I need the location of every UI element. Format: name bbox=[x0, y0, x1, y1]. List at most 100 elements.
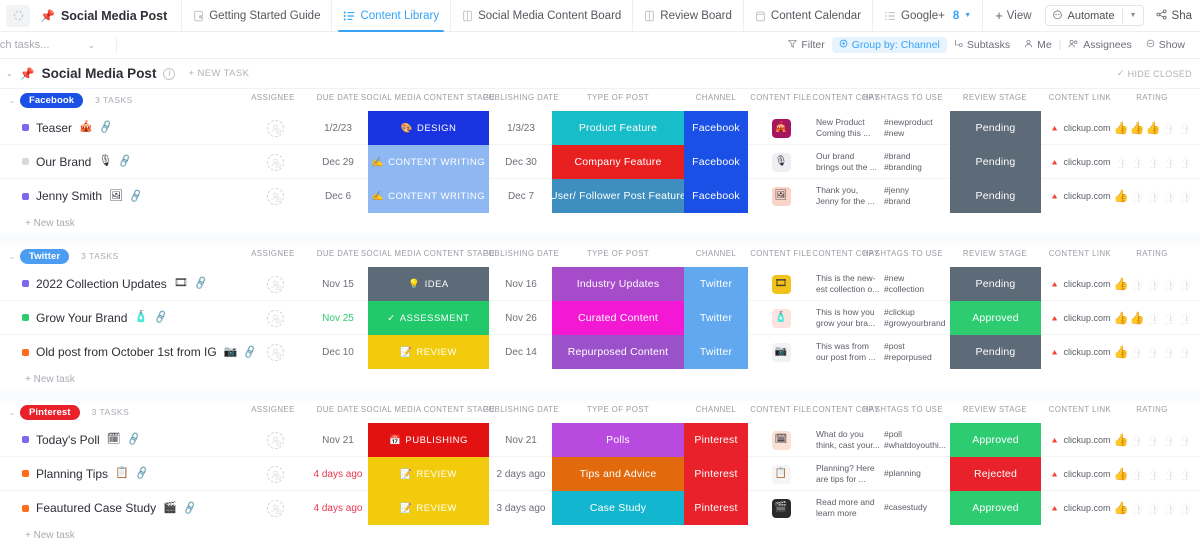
status-dot[interactable] bbox=[22, 192, 29, 200]
task-name-cell[interactable]: Teaser 🎪 🔗 bbox=[0, 111, 245, 144]
rating-thumb[interactable]: 👍 bbox=[1114, 434, 1129, 446]
publishing-date-cell[interactable]: Dec 30 bbox=[490, 145, 552, 179]
info-icon[interactable]: i bbox=[163, 67, 176, 80]
content-stage-cell[interactable]: 📅 PUBLISHING bbox=[368, 423, 489, 457]
due-date-cell[interactable]: Dec 6 bbox=[310, 179, 366, 213]
add-assignee-icon[interactable] bbox=[266, 119, 284, 137]
assignee-cell[interactable] bbox=[255, 335, 295, 369]
content-link[interactable]: 🔺 clickup.com bbox=[1049, 157, 1111, 167]
publishing-date-cell[interactable]: 2 days ago bbox=[490, 457, 552, 491]
due-date-cell[interactable]: Dec 10 bbox=[310, 335, 366, 369]
add-view-button[interactable]: + View bbox=[982, 0, 1043, 32]
table-row[interactable]: Feautured Case Study 🎬 🔗 4 days ago 📝 REVIEW 3… bbox=[0, 491, 1200, 525]
type-of-post-cell[interactable]: Case Study bbox=[552, 491, 684, 525]
publishing-date-cell[interactable]: 1/3/23 bbox=[490, 111, 552, 145]
rating-thumb[interactable]: 👍 bbox=[1130, 190, 1145, 202]
hashtags-cell[interactable]: #planning bbox=[880, 457, 950, 491]
rating-thumb[interactable]: 👍 bbox=[1130, 156, 1145, 168]
publishing-date-cell[interactable]: Dec 14 bbox=[490, 335, 552, 369]
share-button[interactable]: Sha bbox=[1156, 8, 1192, 23]
rating-thumb[interactable]: 👍 bbox=[1146, 468, 1161, 480]
rating-thumb[interactable]: 👍 bbox=[1177, 190, 1192, 202]
rating-thumb[interactable]: 👍 bbox=[1161, 278, 1176, 290]
hashtags-cell[interactable]: #post #reporpused bbox=[880, 335, 950, 369]
content-link-cell[interactable]: 🔺 clickup.com bbox=[1046, 145, 1114, 179]
assignee-cell[interactable] bbox=[255, 267, 295, 301]
content-link[interactable]: 🔺 clickup.com bbox=[1049, 469, 1111, 479]
attachment-icon[interactable]: 🔗 bbox=[126, 432, 141, 447]
table-row[interactable]: Planning Tips 📋 🔗 4 days ago 📝 REVIEW 2 days a… bbox=[0, 457, 1200, 491]
rating-thumb[interactable]: 👍 bbox=[1146, 434, 1161, 446]
review-stage-cell[interactable]: Approved bbox=[950, 301, 1041, 335]
rating-thumb[interactable]: 👍 bbox=[1130, 502, 1145, 514]
rating-cell[interactable]: 👍 👍 👍 👍 👍 bbox=[1114, 335, 1193, 369]
hashtags-cell[interactable]: #brand #branding bbox=[880, 145, 950, 179]
rating-thumb[interactable]: 👍 bbox=[1177, 156, 1192, 168]
add-assignee-icon[interactable] bbox=[266, 431, 284, 449]
rating-thumb[interactable]: 👍 bbox=[1177, 312, 1192, 324]
tab-content-calendar[interactable]: Content Calendar bbox=[742, 0, 872, 32]
rating-thumb[interactable]: 👍 bbox=[1177, 502, 1192, 514]
content-file-thumbnail[interactable]: 🖼 bbox=[771, 186, 791, 206]
review-stage-cell[interactable]: Pending bbox=[950, 145, 1041, 179]
content-link[interactable]: 🔺 clickup.com bbox=[1049, 313, 1111, 323]
status-dot[interactable] bbox=[22, 280, 29, 287]
filter-button[interactable]: Filter bbox=[781, 37, 831, 53]
assignee-cell[interactable] bbox=[255, 145, 295, 179]
hashtags-cell[interactable]: #newproduct #new bbox=[880, 111, 950, 145]
status-dot[interactable] bbox=[22, 314, 29, 321]
column-header-rating[interactable]: RATING bbox=[1062, 249, 1200, 258]
content-copy-cell[interactable]: This was from our post from ... bbox=[812, 335, 880, 369]
status-dot[interactable] bbox=[22, 124, 29, 131]
task-name-cell[interactable]: Planning Tips 📋 🔗 bbox=[0, 457, 245, 490]
review-stage-cell[interactable]: Approved bbox=[950, 491, 1041, 525]
content-copy-cell[interactable]: Our brand brings out the ... bbox=[812, 145, 880, 179]
hashtags-cell[interactable]: #new #collection bbox=[880, 267, 950, 301]
new-task-row[interactable]: + New task bbox=[0, 213, 1200, 233]
type-of-post-cell[interactable]: Polls bbox=[552, 423, 684, 457]
rating-thumb[interactable]: 👍 bbox=[1161, 156, 1176, 168]
assignees-button[interactable]: Assignees bbox=[1061, 37, 1138, 53]
group-by-channel-button[interactable]: Group by: Channel bbox=[831, 37, 947, 53]
assignee-cell[interactable] bbox=[255, 301, 295, 335]
chevron-down-icon[interactable]: ⌄ bbox=[6, 69, 13, 78]
tab-google-plus[interactable]: Google+ 8 ▼ bbox=[872, 0, 982, 32]
column-header-rating[interactable]: RATING bbox=[1062, 405, 1200, 414]
content-link-cell[interactable]: 🔺 clickup.com bbox=[1046, 335, 1114, 369]
content-copy-cell[interactable]: Planning? Here are tips for ... bbox=[812, 457, 880, 491]
rating-thumb[interactable]: 👍 bbox=[1130, 278, 1145, 290]
rating-thumb[interactable]: 👍 bbox=[1146, 190, 1161, 202]
review-stage-cell[interactable]: Rejected bbox=[950, 457, 1041, 491]
rating-cell[interactable]: 👍 👍 👍 👍 👍 bbox=[1114, 301, 1193, 335]
due-date-cell[interactable]: Dec 29 bbox=[310, 145, 366, 179]
content-stage-cell[interactable]: ✓ ASSESSMENT bbox=[368, 301, 489, 335]
rating-cell[interactable]: 👍 👍 👍 👍 👍 bbox=[1114, 491, 1193, 525]
type-of-post-cell[interactable]: User/ Follower Post Feature bbox=[550, 179, 686, 213]
channel-cell[interactable]: Pinterest bbox=[684, 491, 748, 525]
channel-cell[interactable]: Facebook bbox=[684, 179, 748, 213]
content-file-thumbnail[interactable]: 🎞 bbox=[771, 274, 791, 294]
review-stage-cell[interactable]: Pending bbox=[950, 111, 1041, 145]
publishing-date-cell[interactable]: Nov 26 bbox=[490, 301, 552, 335]
content-file-thumbnail[interactable]: 🎪 bbox=[771, 118, 791, 138]
content-stage-cell[interactable]: ✍ CONTENT WRITING bbox=[368, 179, 489, 213]
type-of-post-cell[interactable]: Curated Content bbox=[552, 301, 684, 335]
content-file-cell[interactable]: 📷 bbox=[750, 335, 812, 369]
rating-thumb[interactable]: 👍 bbox=[1177, 278, 1192, 290]
type-of-post-cell[interactable]: Product Feature bbox=[552, 111, 684, 145]
attachment-icon[interactable]: 🔗 bbox=[98, 120, 113, 135]
content-copy-cell[interactable]: New Product Coming this ... bbox=[812, 111, 880, 145]
rating-thumb[interactable]: 👍 bbox=[1161, 434, 1176, 446]
content-link-cell[interactable]: 🔺 clickup.com bbox=[1046, 301, 1114, 335]
rating-thumb[interactable]: 👍 bbox=[1114, 346, 1129, 358]
rating-thumb[interactable]: 👍 bbox=[1130, 468, 1145, 480]
chevron-down-icon[interactable]: ▼ bbox=[964, 12, 971, 19]
review-stage-cell[interactable]: Pending bbox=[950, 179, 1041, 213]
rating-thumb[interactable]: 👍 bbox=[1146, 502, 1161, 514]
table-row[interactable]: 2022 Collection Updates 🎞 🔗 Nov 15 💡 IDEA Nov … bbox=[0, 267, 1200, 301]
attachment-icon[interactable]: 🔗 bbox=[128, 189, 143, 204]
rating-thumb[interactable]: 👍 bbox=[1161, 190, 1176, 202]
add-assignee-icon[interactable] bbox=[266, 275, 284, 293]
new-task-button[interactable]: + NEW TASK bbox=[188, 68, 249, 79]
add-assignee-icon[interactable] bbox=[266, 187, 284, 205]
